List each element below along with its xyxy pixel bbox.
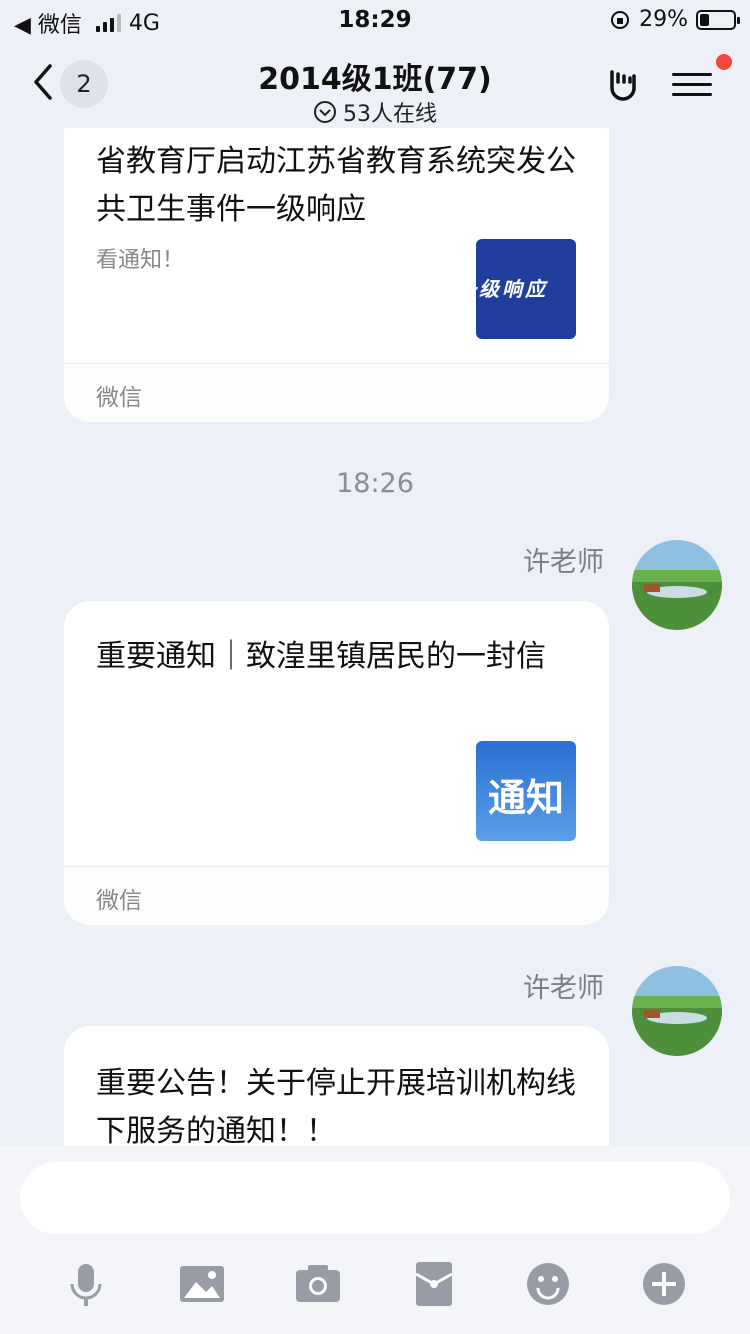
image-icon[interactable]: [178, 1260, 226, 1308]
battery-percent: 29%: [639, 7, 688, 32]
sender-name: 许老师: [523, 973, 604, 1004]
rotation-lock-icon: [611, 10, 630, 29]
article-title: 重要公告！关于停止开展培训机构线下服务的通知！！: [96, 1066, 576, 1146]
menu-icon[interactable]: [672, 66, 712, 106]
mic-icon[interactable]: [62, 1260, 110, 1308]
sender-name: 许老师: [523, 547, 604, 578]
article-source: 微信: [64, 866, 609, 925]
status-bar: ◀ 微信 4G 18:29 29%: [0, 0, 750, 40]
emoji-icon[interactable]: [524, 1260, 572, 1308]
article-card[interactable]: 重要公告！关于停止开展培训机构线下服务的通知！！: [64, 1026, 609, 1146]
article-card[interactable]: 重要通知｜致湟里镇居民的一封信 通知 微信: [64, 601, 609, 925]
article-thumbnail: 一级响应: [476, 239, 576, 339]
article-title: 省教育厅启动江苏省教育系统突发公共卫生事件一级响应: [96, 144, 576, 227]
thumbnail-caption: 通知: [487, 775, 564, 820]
plus-icon[interactable]: [640, 1260, 688, 1308]
avatar-image: [632, 966, 722, 1056]
message-list[interactable]: 省教育厅启动江苏省教育系统突发公共卫生事件一级响应 看通知！ 一级响应 微信 1…: [0, 128, 750, 1146]
camera-icon[interactable]: [294, 1260, 342, 1308]
article-card[interactable]: 省教育厅启动江苏省教育系统突发公共卫生事件一级响应 看通知！ 一级响应 微信: [64, 128, 609, 422]
notification-dot: [716, 54, 732, 70]
thumbnail-caption: 一级响应: [476, 277, 548, 301]
source-label: 微信: [96, 888, 142, 914]
avatar[interactable]: [632, 966, 722, 1056]
battery-icon: [696, 9, 740, 30]
article-title: 重要通知｜致湟里镇居民的一封信: [96, 639, 546, 674]
article-source: 微信: [64, 363, 609, 422]
input-bar: [0, 1146, 750, 1334]
hand-gesture-icon[interactable]: [602, 64, 644, 106]
chat-header: 2 2014级1班(77) 53人在线: [0, 40, 750, 128]
avatar[interactable]: [632, 540, 722, 630]
chevron-down-circle-icon: [314, 101, 336, 123]
online-count: 53人在线: [343, 102, 437, 127]
source-label: 微信: [96, 385, 142, 411]
message-input[interactable]: [20, 1162, 730, 1234]
article-description: 看通知！: [96, 248, 185, 273]
message-timestamp: 18:26: [336, 468, 414, 499]
article-thumbnail: 通知: [476, 741, 576, 841]
red-packet-icon[interactable]: [410, 1260, 458, 1308]
avatar-image: [632, 540, 722, 630]
